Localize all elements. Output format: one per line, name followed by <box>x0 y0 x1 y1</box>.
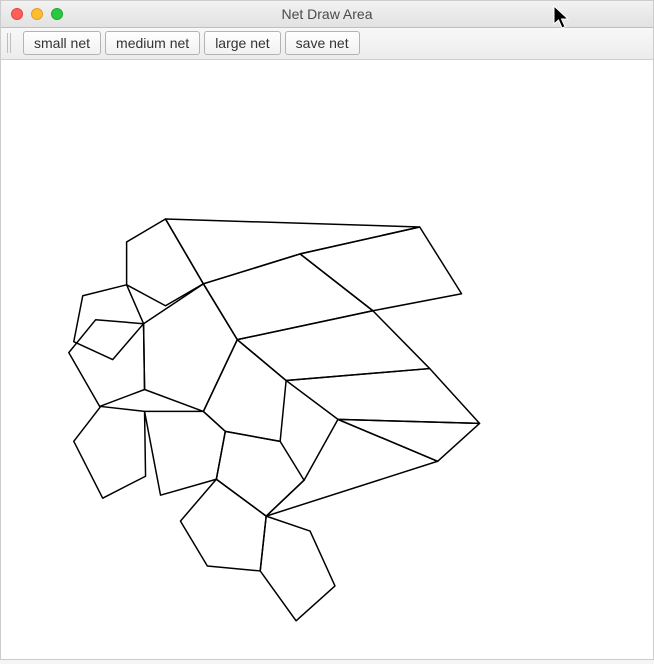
maximize-window-button[interactable] <box>51 8 63 20</box>
net-polygon <box>165 219 419 284</box>
toolbar-grip[interactable] <box>7 33 15 53</box>
net-polygon <box>69 320 145 407</box>
window-title: Net Draw Area <box>1 6 653 22</box>
net-polygon <box>260 516 335 621</box>
net-polygon <box>237 311 429 381</box>
minimize-window-button[interactable] <box>31 8 43 20</box>
net-polygon <box>144 284 238 412</box>
save-net-button[interactable]: save net <box>285 31 360 55</box>
net-polygon <box>300 227 462 311</box>
net-polygon <box>180 479 266 571</box>
net-polygon <box>266 419 437 516</box>
net-diagram <box>1 60 653 659</box>
titlebar[interactable]: Net Draw Area <box>1 1 653 28</box>
window-controls <box>1 8 63 20</box>
drawing-canvas[interactable] <box>1 60 653 659</box>
net-polygon <box>203 339 286 441</box>
toolbar: small net medium net large net save net <box>1 28 653 60</box>
net-polygon <box>127 219 204 306</box>
net-polygon <box>338 419 480 461</box>
large-net-button[interactable]: large net <box>204 31 280 55</box>
small-net-button[interactable]: small net <box>23 31 101 55</box>
net-polygon <box>216 431 304 516</box>
net-polygon <box>286 368 479 423</box>
medium-net-button[interactable]: medium net <box>105 31 200 55</box>
net-polygon <box>74 406 146 498</box>
close-window-button[interactable] <box>11 8 23 20</box>
application-window: Net Draw Area small net medium net large… <box>0 0 654 660</box>
